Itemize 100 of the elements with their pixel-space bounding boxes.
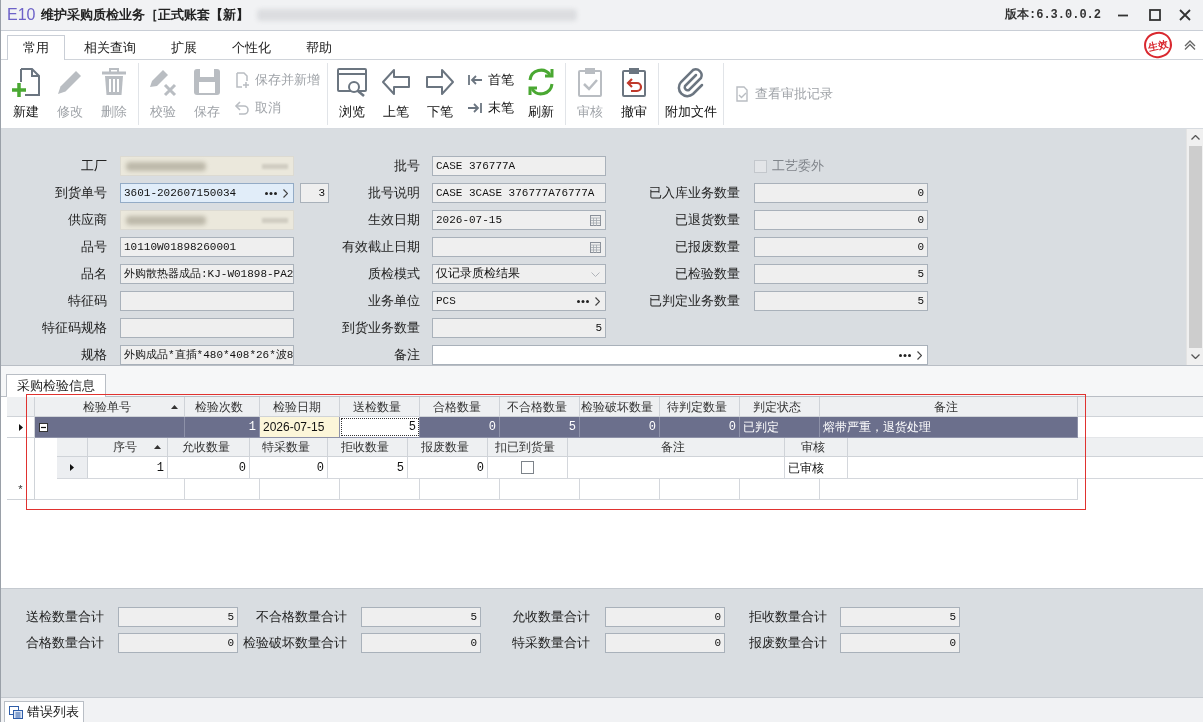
number-field[interactable]: 0	[840, 633, 960, 653]
column-header[interactable]: 合格数量	[420, 397, 500, 416]
field-label: 批号	[394, 157, 420, 176]
text-field[interactable]: CASE 376777A	[432, 156, 606, 176]
table-cell: 熔带严重，退货处理	[820, 417, 1078, 437]
ellipsis-icon[interactable]	[577, 299, 589, 303]
scroll-up-icon[interactable]	[1190, 135, 1200, 140]
table-cell: 0	[420, 417, 500, 437]
toolbar-button[interactable]: 附加文件	[661, 60, 721, 128]
field-label: 供应商	[68, 211, 107, 230]
lookup-field[interactable]: PCS	[432, 291, 606, 311]
memo-field[interactable]	[432, 345, 928, 365]
ribbon-tab[interactable]: 扩展	[155, 35, 213, 60]
column-header[interactable]: 送检数量	[340, 397, 420, 416]
text-field[interactable]: 外购成品*直插*480*408*26*波8	[120, 345, 294, 365]
ribbon-tab[interactable]: 个性化	[216, 35, 287, 60]
collapse-box-icon[interactable]	[39, 422, 48, 432]
number-field[interactable]: 5	[432, 318, 606, 338]
collapse-chevron-icon[interactable]	[1184, 40, 1196, 50]
number-field[interactable]: 5	[361, 607, 481, 627]
toolbar-button[interactable]: 新建	[4, 60, 48, 128]
dropdown-field[interactable]: 仅记录质检结果	[432, 264, 606, 284]
date-field[interactable]	[432, 237, 606, 257]
field-label: 已报废数量	[675, 238, 740, 257]
scroll-down-icon[interactable]	[1190, 354, 1200, 359]
text-field[interactable]: 10110W01898260001	[120, 237, 294, 257]
toolbar-button[interactable]: 上笔	[374, 60, 418, 128]
toolbar-button[interactable]: 末笔	[465, 99, 516, 117]
redacted-field[interactable]	[120, 210, 294, 230]
field-label: 业务单位	[368, 292, 420, 311]
text-field[interactable]	[120, 318, 294, 338]
toolbar-button[interactable]: 刷新	[519, 60, 563, 128]
number-field[interactable]: 0	[605, 607, 725, 627]
field-label: 品号	[81, 238, 107, 257]
number-field[interactable]: 0	[754, 183, 928, 203]
text-field[interactable]: CASE 3CASE 376777A76777A	[432, 183, 606, 203]
lookup-field[interactable]: 3601-202607150034	[120, 183, 294, 203]
vertical-scrollbar[interactable]	[1186, 129, 1203, 365]
row-header-cell[interactable]	[57, 457, 88, 478]
document-plus-icon	[234, 72, 250, 88]
count-field[interactable]: 3	[300, 183, 329, 203]
column-header[interactable]: 备注	[820, 397, 1078, 416]
column-header[interactable]: 判定状态	[740, 397, 820, 416]
column-header[interactable]: 特采数量	[250, 438, 328, 456]
field-label: 到货业务数量	[342, 319, 420, 338]
column-header[interactable]: 扣已到货量	[488, 438, 568, 456]
sort-up-icon[interactable]	[154, 445, 161, 449]
close-icon[interactable]	[1179, 9, 1191, 21]
ribbon-tab[interactable]: 常用	[7, 35, 65, 60]
number-field[interactable]: 5	[754, 264, 928, 284]
column-header[interactable]: 检验次数	[185, 397, 260, 416]
toolbar-button[interactable]: 浏览	[330, 60, 374, 128]
column-header[interactable]: 检验日期	[260, 397, 340, 416]
number-field[interactable]: 0	[605, 633, 725, 653]
panel-tab[interactable]: 采购检验信息	[6, 374, 106, 397]
column-header[interactable]: 检验单号	[35, 397, 185, 416]
calendar-icon[interactable]	[590, 241, 601, 253]
toolbar-button[interactable]: 撤审	[612, 60, 656, 128]
text-field[interactable]	[120, 291, 294, 311]
number-field[interactable]: 5	[840, 607, 960, 627]
redacted-field[interactable]	[120, 156, 294, 176]
chevron-right-icon[interactable]	[595, 296, 600, 306]
calendar-icon[interactable]	[590, 214, 601, 226]
table-cell: 2026-07-15	[260, 417, 340, 437]
column-header[interactable]: 拒收数量	[328, 438, 408, 456]
date-field[interactable]: 2026-07-15	[432, 210, 606, 230]
toolbar-button[interactable]: 首笔	[465, 71, 516, 89]
column-header[interactable]: 审核	[785, 438, 848, 456]
chevron-right-icon[interactable]	[917, 350, 922, 360]
column-header[interactable]: 检验破坏数量	[580, 397, 660, 416]
checkbox[interactable]	[521, 461, 534, 474]
column-header[interactable]: 不合格数量	[500, 397, 580, 416]
field-label: 到货单号	[55, 184, 107, 203]
column-header[interactable]: 允收数量	[168, 438, 250, 456]
column-header[interactable]: 备注	[568, 438, 785, 456]
list-window-icon	[9, 705, 23, 719]
chevron-right-icon[interactable]	[283, 188, 288, 198]
number-field[interactable]: 0	[754, 210, 928, 230]
column-header[interactable]: 序号	[88, 438, 168, 456]
app-logo: E10	[7, 5, 36, 25]
text-field[interactable]: 外购散热器成品:KJ-W01898-PA2	[120, 264, 294, 284]
maximize-icon[interactable]	[1149, 9, 1161, 21]
number-field[interactable]: 0	[118, 633, 238, 653]
number-field[interactable]: 5	[754, 291, 928, 311]
table-row[interactable]: 1 2026-07-15 5 0 5 0 0 已判定 熔带严重，退货处理	[35, 417, 1078, 438]
ellipsis-icon[interactable]	[265, 191, 277, 195]
column-header[interactable]: 待判定数量	[660, 397, 740, 416]
number-field[interactable]: 0	[361, 633, 481, 653]
toolbar-button[interactable]: 下笔	[418, 60, 462, 128]
number-field[interactable]: 0	[754, 237, 928, 257]
table-cell: 已判定	[740, 417, 820, 437]
sort-up-icon[interactable]	[171, 404, 178, 409]
ribbon-tab[interactable]: 帮助	[290, 35, 348, 60]
column-header[interactable]: 报废数量	[408, 438, 488, 456]
table-cell: 0	[250, 457, 328, 478]
scrollbar-thumb[interactable]	[1188, 146, 1202, 348]
ribbon-tab[interactable]: 相关查询	[68, 35, 152, 60]
number-field[interactable]: 5	[118, 607, 238, 627]
panel-tab[interactable]: 错误列表	[4, 701, 84, 722]
ellipsis-icon[interactable]	[899, 353, 911, 357]
